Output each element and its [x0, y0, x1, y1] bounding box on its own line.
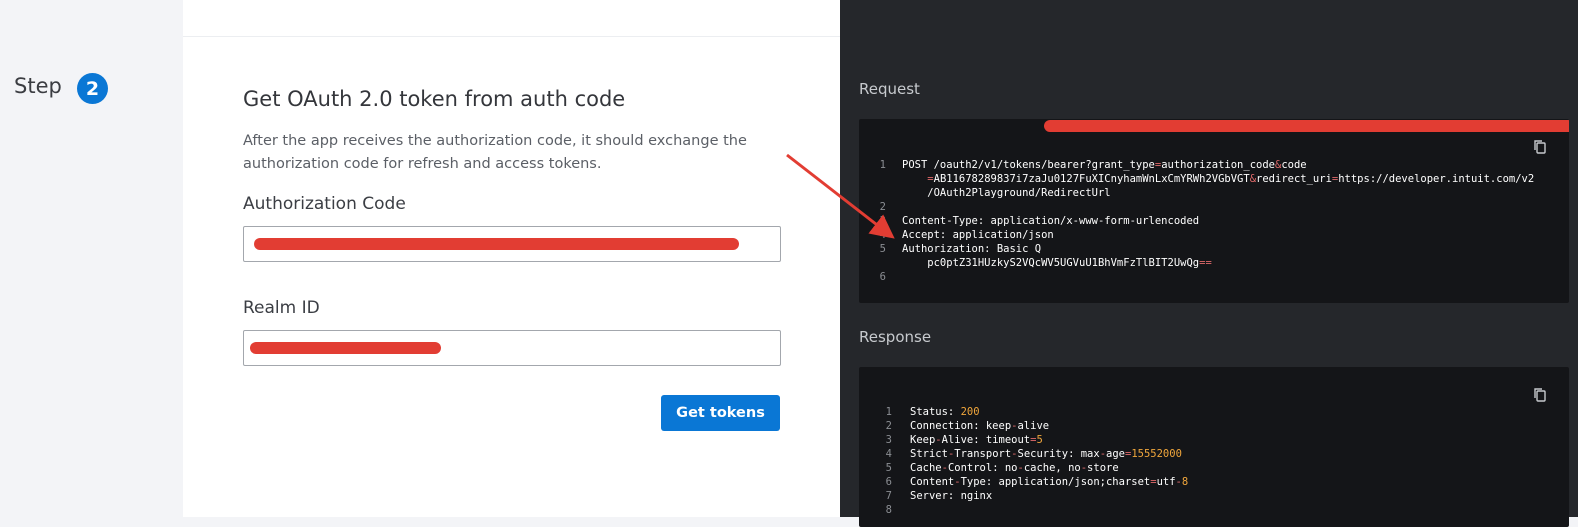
- code-token: Cache: [910, 462, 942, 474]
- code-token: Control: no: [947, 462, 1018, 474]
- code-token: 8: [1181, 476, 1189, 488]
- code-token: 15552000: [1131, 448, 1182, 460]
- line-text: Content-Type: application/x-www-form-url…: [902, 214, 1199, 228]
- code-token: Content-Type: application/x-www-form-url…: [902, 215, 1200, 227]
- code-token: 200: [960, 406, 980, 418]
- code-token: ==: [1199, 257, 1212, 269]
- redaction-mark: [250, 342, 441, 354]
- code-token: Content: [910, 476, 955, 488]
- line-number: 1: [885, 406, 892, 418]
- line-text: Strict-Transport-Security: max-age=15552…: [910, 447, 1182, 461]
- line-text: Content-Type: application/json;charset=u…: [910, 475, 1188, 489]
- code-token: cache, no: [1023, 462, 1081, 474]
- code-token: code: [1281, 159, 1307, 171]
- line-text: =AB11678289837i7zaJu0127FuXICnyhamWnLxCm…: [902, 172, 1534, 186]
- realm-id-label: Realm ID: [243, 298, 320, 318]
- code-token: 5: [1036, 434, 1043, 446]
- line-text: Connection: keep-alive: [910, 419, 1049, 433]
- code-token: POST /oauth2/v1/tokens/bearer?grant_type: [902, 159, 1155, 171]
- code-token: https://developer.intuit.com/v2: [1338, 173, 1535, 185]
- line-number: 5: [885, 462, 892, 474]
- copy-icon[interactable]: [1533, 139, 1547, 155]
- code-token: AB11678289837i7zaJu0127FuXICnyhamWnLxCmY…: [933, 173, 1250, 185]
- code-token: Server: nginx: [910, 490, 993, 502]
- code-token: Type: application/json;charset: [960, 476, 1151, 488]
- line-number: 6: [885, 476, 892, 488]
- copy-icon[interactable]: [1533, 387, 1547, 403]
- code-token: age: [1106, 448, 1125, 460]
- code-token: Connection: keep: [910, 420, 1012, 432]
- code-token: utf: [1156, 476, 1176, 488]
- line-text: Keep-Alive: timeout=5: [910, 433, 1043, 447]
- line-number: 3: [879, 215, 886, 227]
- code-token: Status:: [910, 406, 961, 418]
- code-token: /OAuth2Playground/RedirectUrl: [902, 187, 1111, 199]
- redaction-mark: [1044, 120, 1569, 132]
- code-token: authorization_code: [1161, 159, 1275, 171]
- step-number-badge: 2: [77, 73, 108, 104]
- code-token: Transport: [954, 448, 1012, 460]
- request-response-panel: Request 1 POST /oauth2/v1/tokens/bearer?g…: [840, 0, 1578, 527]
- line-number: 7: [885, 490, 892, 502]
- request-label: Request: [859, 80, 920, 98]
- code-token: pc0ptZ31HUzkyS2VQcWV5UGVuU1BhVmFzTlBIT2U…: [902, 257, 1200, 269]
- code-token: store: [1087, 462, 1119, 474]
- page-title: Get OAuth 2.0 token from auth code: [243, 87, 626, 111]
- code-token: Keep: [910, 434, 936, 446]
- response-code-block: 1 Status: 200 2 Connection: keep-alive 3 Keep…: [859, 367, 1569, 527]
- line-text: /OAuth2Playground/RedirectUrl: [902, 186, 1111, 200]
- request-code-block: 1 POST /oauth2/v1/tokens/bearer?grant_typ…: [859, 119, 1569, 303]
- line-number: 4: [885, 448, 892, 460]
- code-token: Accept: application/json: [902, 229, 1054, 241]
- code-token: redirect_uri: [1256, 173, 1332, 185]
- line-text: pc0ptZ31HUzkyS2VQcWV5UGVuU1BhVmFzTlBIT2U…: [902, 256, 1212, 270]
- line-number: 8: [885, 504, 892, 516]
- code-token: Alive: timeout: [941, 434, 1031, 446]
- get-tokens-button[interactable]: Get tokens: [661, 395, 780, 431]
- code-token: Security: max: [1017, 448, 1100, 460]
- line-text: Cache-Control: no-cache, no-store: [910, 461, 1119, 475]
- line-text: POST /oauth2/v1/tokens/bearer?grant_type…: [902, 158, 1307, 172]
- section-divider: [183, 36, 840, 37]
- line-text: Authorization: Basic Q: [902, 242, 1041, 256]
- redaction-mark: [254, 238, 739, 250]
- line-number: 2: [879, 201, 886, 213]
- code-token: alive: [1017, 420, 1050, 432]
- line-text: Server: nginx: [910, 489, 992, 503]
- line-number: 2: [885, 420, 892, 432]
- line-text: Accept: application/json: [902, 228, 1054, 242]
- step-description: After the app receives the authorization…: [243, 133, 747, 172]
- code-token: Authorization: Basic Q: [902, 243, 1042, 255]
- code-token: Strict: [910, 448, 948, 460]
- response-label: Response: [859, 328, 932, 346]
- line-number: 4: [879, 229, 886, 241]
- line-number: 1: [879, 159, 886, 171]
- line-text: Status: 200: [910, 405, 980, 419]
- realm-id-input[interactable]: [243, 330, 781, 366]
- step-column: Step 2: [0, 0, 183, 517]
- line-number: 5: [879, 243, 886, 255]
- step-label: Step: [14, 74, 62, 98]
- line-number: 6: [879, 271, 886, 283]
- authorization-code-label: Authorization Code: [243, 194, 406, 214]
- authorization-code-input[interactable]: [243, 226, 781, 262]
- line-number: 3: [885, 434, 892, 446]
- token-form-panel: Get OAuth 2.0 token from auth code After…: [183, 0, 840, 517]
